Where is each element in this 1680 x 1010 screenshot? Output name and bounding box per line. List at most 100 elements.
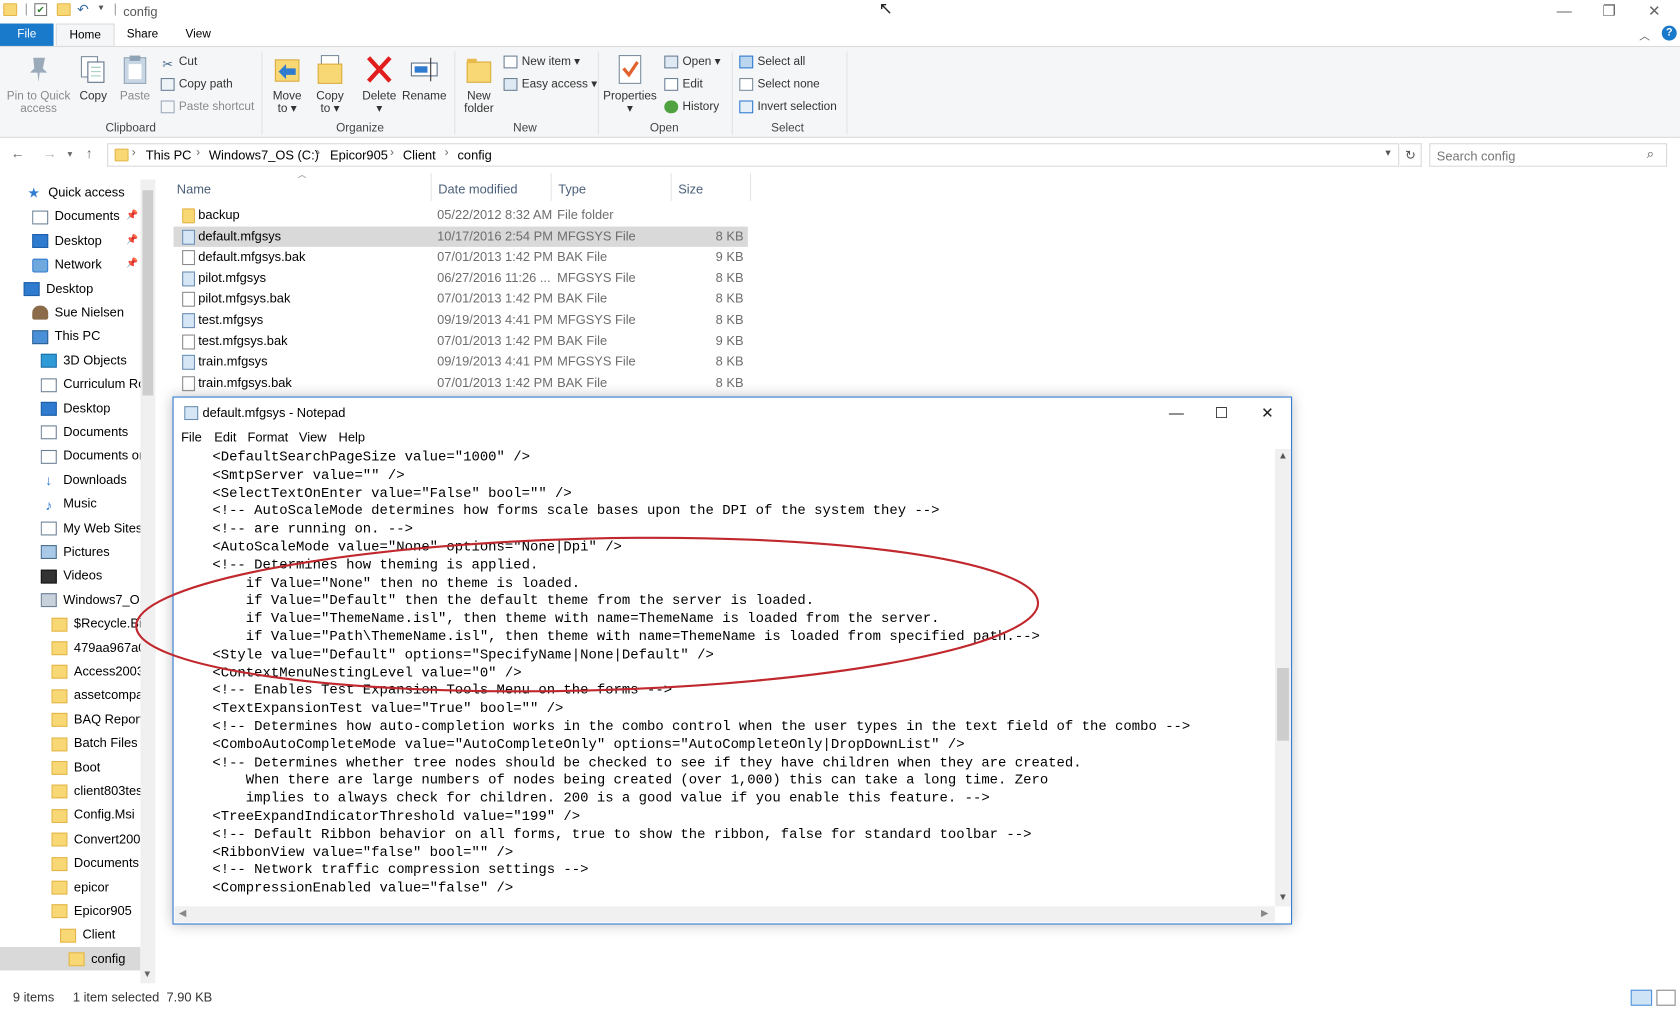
sidebar-item[interactable]: Network [32, 252, 102, 276]
edit-button[interactable]: Edit [664, 76, 703, 93]
column-divider[interactable] [430, 173, 432, 201]
pinned-icon[interactable]: 📌 [126, 234, 138, 246]
sidebar-item[interactable]: config [0, 946, 141, 971]
tab-share[interactable]: Share [116, 24, 170, 48]
sidebar-item[interactable]: Client [59, 923, 115, 947]
copy-button[interactable]: Copy [75, 53, 111, 103]
notepad-menu-edit[interactable]: Edit [214, 430, 236, 445]
sidebar-item[interactable]: Convert2007 [51, 827, 148, 851]
file-row[interactable]: default.mfgsys 10/17/2016 2:54 PM MFGSYS F… [173, 226, 748, 247]
restore-button[interactable]: ❐ [1586, 0, 1633, 21]
scroll-up-icon[interactable]: ▲ [1278, 450, 1288, 461]
sidebar-item[interactable]: My Web Sites c [40, 516, 152, 540]
new-item-button[interactable]: New item ▾ [503, 53, 580, 70]
paste-button[interactable]: Paste [116, 53, 155, 103]
column-divider[interactable] [749, 173, 752, 201]
pinned-icon[interactable]: 📌 [126, 210, 138, 222]
file-row[interactable]: default.mfgsys.bak 07/01/2013 1:42 PM BAK … [174, 247, 748, 267]
address-bar[interactable]: › This PC › Windows7_OS (C:) › Epicor905… [107, 143, 1400, 167]
details-view-icon[interactable] [1630, 989, 1653, 1006]
breadcrumb-epicor905[interactable]: Epicor905 [330, 147, 388, 162]
breadcrumb-this-pc[interactable]: This PC [146, 147, 192, 162]
sidebar-item[interactable]: ♪ Music [41, 492, 97, 516]
notepad-menu-help[interactable]: Help [339, 430, 365, 445]
file-row[interactable]: pilot.mfgsys 06/27/2016 11:26 ... MFGSYS F… [174, 268, 748, 288]
collapse-ribbon-icon[interactable]: ︿ [1639, 27, 1650, 43]
minimize-button[interactable]: — [1541, 0, 1588, 21]
file-row[interactable]: test.mfgsys 09/19/2013 4:41 PM MFGSYS File… [174, 310, 748, 330]
sidebar-item[interactable]: Config.Msi [51, 803, 135, 827]
select-all-button[interactable]: Select all [739, 53, 805, 70]
sidebar-item[interactable]: Epicor905 [51, 899, 132, 923]
sidebar-item[interactable]: Batch Files [51, 731, 138, 755]
sidebar-item[interactable]: Desktop [32, 229, 102, 253]
breadcrumb-drive[interactable]: Windows7_OS (C:) [209, 147, 319, 162]
column-divider[interactable] [670, 173, 672, 201]
file-row[interactable]: pilot.mfgsys.bak 07/01/2013 1:42 PM BAK Fi… [174, 289, 748, 309]
sidebar-item[interactable]: This PC [32, 324, 100, 348]
sidebar-item[interactable]: $Recycle.Bin [51, 612, 149, 636]
large-icons-view-icon[interactable] [1656, 989, 1676, 1006]
notepad-menu-file[interactable]: File [181, 430, 202, 445]
breadcrumb-config[interactable]: config [457, 147, 491, 162]
sidebar-item[interactable]: Desktop [40, 396, 110, 420]
open-button[interactable]: Open ▾ [664, 53, 721, 70]
scroll-right-icon[interactable]: ▶ [1261, 907, 1268, 919]
help-icon[interactable]: ? [1661, 25, 1677, 41]
properties-button[interactable]: Properties ▾ [602, 53, 658, 115]
search-box[interactable]: ⌕ [1429, 143, 1668, 167]
pin-quick-access-button[interactable]: Pin to Quick access [4, 53, 73, 115]
notepad-close-button[interactable]: ✕ [1245, 400, 1290, 426]
sidebar-item[interactable]: Windows7_OS [40, 588, 148, 612]
sidebar-item[interactable]: Documents a [51, 851, 150, 875]
paste-shortcut-button[interactable]: Paste shortcut [160, 98, 254, 115]
rename-button[interactable]: Rename [401, 53, 448, 103]
sidebar-item[interactable]: Access2003 [51, 659, 144, 683]
column-header-name[interactable]: Name [177, 178, 211, 199]
notepad-menu-view[interactable]: View [299, 430, 327, 445]
sidebar-item[interactable]: BAQ Reports [51, 707, 150, 731]
close-button[interactable]: ✕ [1631, 0, 1678, 21]
copy-path-button[interactable]: Copy path [160, 76, 233, 93]
sidebar-item[interactable]: Desktop [23, 276, 93, 300]
sidebar-item[interactable]: Boot [51, 755, 100, 779]
properties-icon[interactable]: ✔ [34, 3, 48, 17]
nav-pane-scroll-thumb[interactable] [142, 190, 154, 396]
notepad-horizontal-scrollbar[interactable]: ◀ ▶ [174, 906, 1275, 923]
scroll-left-icon[interactable]: ◀ [179, 907, 186, 919]
sidebar-item[interactable]: assetcompare [51, 683, 155, 707]
select-none-button[interactable]: Select none [739, 76, 820, 93]
notepad-menu-format[interactable]: Format [247, 430, 288, 445]
sidebar-item[interactable]: Curriculum Ro [40, 372, 145, 396]
undo-icon[interactable]: ↶ [77, 1, 92, 17]
copy-to-button[interactable]: Copy to ▾ [313, 53, 347, 115]
scroll-down-icon[interactable]: ▼ [142, 968, 152, 979]
sidebar-item[interactable]: client803test [51, 779, 146, 803]
delete-button[interactable]: Delete ▾ [360, 53, 399, 115]
sidebar-item[interactable]: epicor [51, 875, 109, 899]
customize-toolbar-icon[interactable]: ▾ [99, 2, 114, 17]
notepad-text-area[interactable]: <DefaultSearchPageSize value="1000" /> <… [175, 449, 1275, 906]
sidebar-item[interactable]: 3D Objects [40, 348, 127, 372]
notepad-maximize-button[interactable]: ☐ [1199, 400, 1244, 426]
address-dropdown-icon[interactable]: ▾ [1385, 147, 1390, 159]
column-header-type[interactable]: Type [558, 178, 586, 199]
move-to-button[interactable]: Move to ▾ [270, 53, 304, 115]
sidebar-item[interactable]: Documents [32, 205, 120, 229]
notepad-vertical-scrollbar[interactable]: ▲ ▼ [1274, 448, 1292, 907]
easy-access-button[interactable]: Easy access ▾ [503, 76, 597, 93]
sidebar-item[interactable]: Sue Nielsen [32, 300, 124, 324]
sidebar-item[interactable]: Documents on [40, 444, 146, 468]
sidebar-item[interactable]: Videos [40, 564, 102, 588]
tab-file[interactable]: File [0, 23, 54, 48]
notepad-minimize-button[interactable]: — [1154, 400, 1199, 426]
back-arrow-icon[interactable]: ← [11, 145, 25, 161]
pinned-icon[interactable]: 📌 [126, 258, 138, 270]
sidebar-item[interactable]: Documents [40, 420, 128, 444]
tab-home[interactable]: Home [55, 23, 115, 48]
search-icon[interactable]: ⌕ [1647, 146, 1654, 162]
sidebar-item[interactable]: ↓ Downloads [41, 468, 127, 492]
cut-button[interactable]: ✂ Cut [161, 53, 197, 72]
breadcrumb-client[interactable]: Client [403, 147, 436, 162]
up-arrow-icon[interactable]: ↑ [86, 145, 93, 161]
